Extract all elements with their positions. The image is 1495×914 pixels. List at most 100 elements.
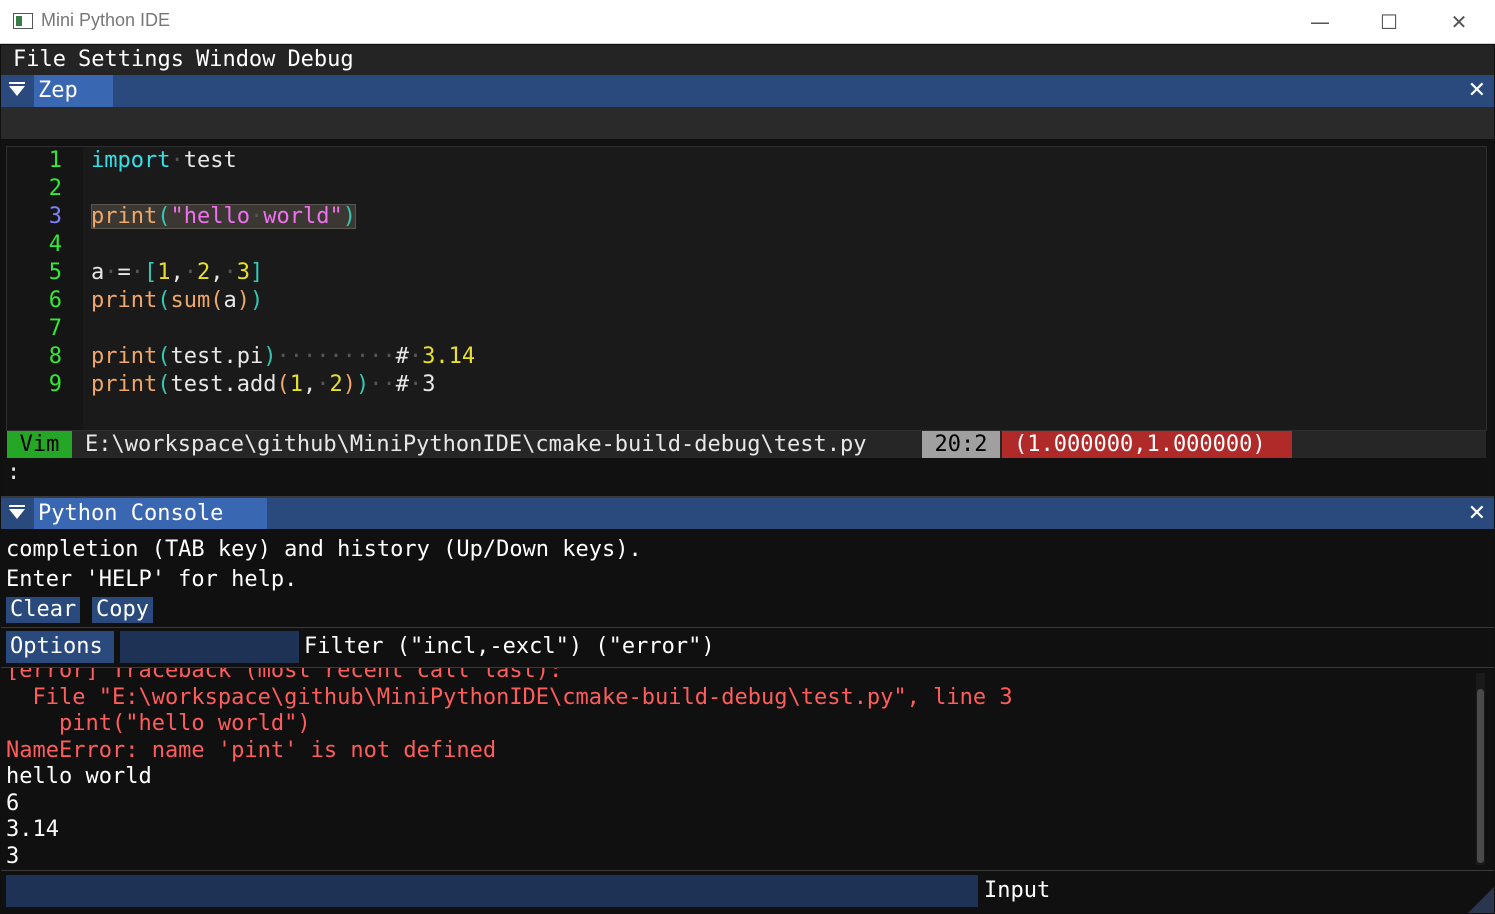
code-token: ) — [236, 288, 250, 313]
maximize-button[interactable]: ☐ — [1366, 8, 1412, 36]
options-button[interactable]: Options — [6, 631, 114, 663]
collapse-triangle-icon[interactable] — [9, 505, 25, 519]
minimize-button[interactable]: — — [1297, 8, 1343, 36]
file-path: E:\workspace\github\MiniPythonIDE\cmake-… — [85, 432, 867, 457]
code-token: print — [91, 288, 158, 313]
close-console-panel-icon[interactable]: ✕ — [1468, 502, 1486, 526]
console-log-line: 3 — [6, 843, 20, 869]
console-log-line: pint("hello world") — [6, 711, 311, 736]
code-token: · — [104, 260, 118, 285]
resize-grip-icon[interactable] — [1468, 887, 1494, 913]
copy-button[interactable]: Copy — [92, 597, 153, 623]
console-input-field[interactable] — [6, 875, 978, 907]
editor-panel-header: Zep ✕ — [1, 75, 1494, 107]
code-token: "hello — [170, 204, 250, 229]
code-token: test.add — [170, 372, 277, 397]
code-token: ) — [342, 204, 356, 229]
code-token: sum — [170, 288, 211, 313]
code-token: · — [408, 372, 423, 397]
line-number: 9 — [48, 372, 62, 397]
vim-mode-indicator: Vim — [7, 431, 72, 458]
code-token: · — [249, 204, 264, 229]
code-token: 1 — [289, 372, 303, 397]
code-token: · — [223, 260, 237, 285]
menu-file[interactable]: File — [1, 45, 74, 75]
cursor-position: 20:2 — [922, 431, 1000, 458]
code-line[interactable]: print(sum(a)) — [91, 287, 263, 315]
console-log-line: 6 — [6, 790, 20, 816]
vim-command-line[interactable]: : — [7, 459, 1486, 487]
code-token: · — [130, 260, 144, 285]
code-token: ] — [250, 260, 264, 285]
code-token: ( — [157, 288, 171, 313]
console-intro-line: Enter 'HELP' for help. — [6, 567, 298, 592]
app-icon — [13, 13, 33, 29]
code-token: test.pi — [170, 344, 264, 369]
console-scrollbar[interactable] — [1476, 673, 1485, 865]
tab-python-console[interactable]: Python Console — [34, 498, 267, 530]
code-token: ( — [276, 372, 290, 397]
code-token: ) — [342, 372, 356, 397]
menu-settings[interactable]: Settings — [74, 45, 192, 75]
line-number: 1 — [48, 148, 62, 173]
filter-label: Filter ("incl,-excl") ("error") — [304, 634, 715, 659]
code-line[interactable]: a·=·[1,·2,·3] — [91, 259, 263, 287]
line-number: 8 — [48, 344, 62, 369]
line-number: 2 — [48, 176, 62, 201]
code-token: print — [91, 204, 158, 229]
close-editor-panel-icon[interactable]: ✕ — [1468, 79, 1486, 103]
console-log[interactable]: [error] Traceback (most recent call last… — [1, 668, 1476, 870]
code-token: 2 — [329, 372, 343, 397]
code-token: test — [183, 148, 237, 173]
tab-zep[interactable]: Zep — [34, 75, 113, 107]
code-token: = — [117, 260, 131, 285]
code-token: ·· — [369, 372, 396, 397]
scrollbar-thumb[interactable] — [1477, 689, 1484, 863]
code-token: ) — [355, 372, 370, 397]
close-window-button[interactable]: ✕ — [1436, 8, 1482, 36]
menu-window[interactable]: Window — [192, 45, 283, 75]
code-token: · — [170, 148, 184, 173]
code-token: , — [210, 260, 224, 285]
code-token: · — [408, 344, 423, 369]
line-number: 6 — [48, 288, 62, 313]
console-log-line: 3.14 — [6, 817, 59, 842]
code-token: 1 — [157, 260, 171, 285]
input-label: Input — [984, 878, 1051, 903]
code-token: ) — [263, 344, 277, 369]
code-token: ( — [157, 372, 171, 397]
menu-bar: File Settings Window Debug — [1, 45, 1494, 75]
console-intro-line: completion (TAB key) and history (Up/Dow… — [6, 537, 642, 562]
line-number: 4 — [48, 232, 62, 257]
code-line[interactable]: import·test — [91, 147, 237, 175]
code-token: print — [91, 344, 158, 369]
separator — [1, 870, 1494, 871]
code-token: ········· — [276, 344, 396, 369]
code-token: world" — [263, 204, 343, 229]
code-token: 3 — [236, 260, 250, 285]
code-token: 3 — [422, 372, 436, 397]
code-token: # — [395, 344, 409, 369]
code-line[interactable]: print("hello·world") — [91, 203, 356, 231]
line-number: 5 — [48, 260, 62, 285]
code-line[interactable]: print(test.pi)·········#·3.14 — [91, 343, 475, 371]
collapse-triangle-icon[interactable] — [9, 82, 25, 96]
code-token: 2 — [197, 260, 211, 285]
separator — [1, 627, 1494, 628]
line-number: 7 — [48, 316, 62, 341]
code-token: a — [223, 288, 237, 313]
clear-button[interactable]: Clear — [6, 597, 81, 623]
code-token: import — [91, 148, 171, 173]
mouse-info: (1.000000,1.000000) — [1002, 431, 1292, 458]
code-token: a — [91, 260, 105, 285]
code-token: · — [183, 260, 197, 285]
code-token: ( — [210, 288, 224, 313]
code-line[interactable]: print(test.add(1,·2))··#·3 — [91, 371, 435, 399]
code-token: , — [302, 372, 317, 397]
code-token: print — [91, 372, 158, 397]
filter-input[interactable] — [120, 631, 299, 663]
menu-debug[interactable]: Debug — [283, 45, 361, 75]
title-bar: Mini Python IDE — ☐ ✕ — [0, 0, 1495, 44]
editor-toolbar — [1, 107, 1494, 139]
code-token: [ — [144, 260, 158, 285]
